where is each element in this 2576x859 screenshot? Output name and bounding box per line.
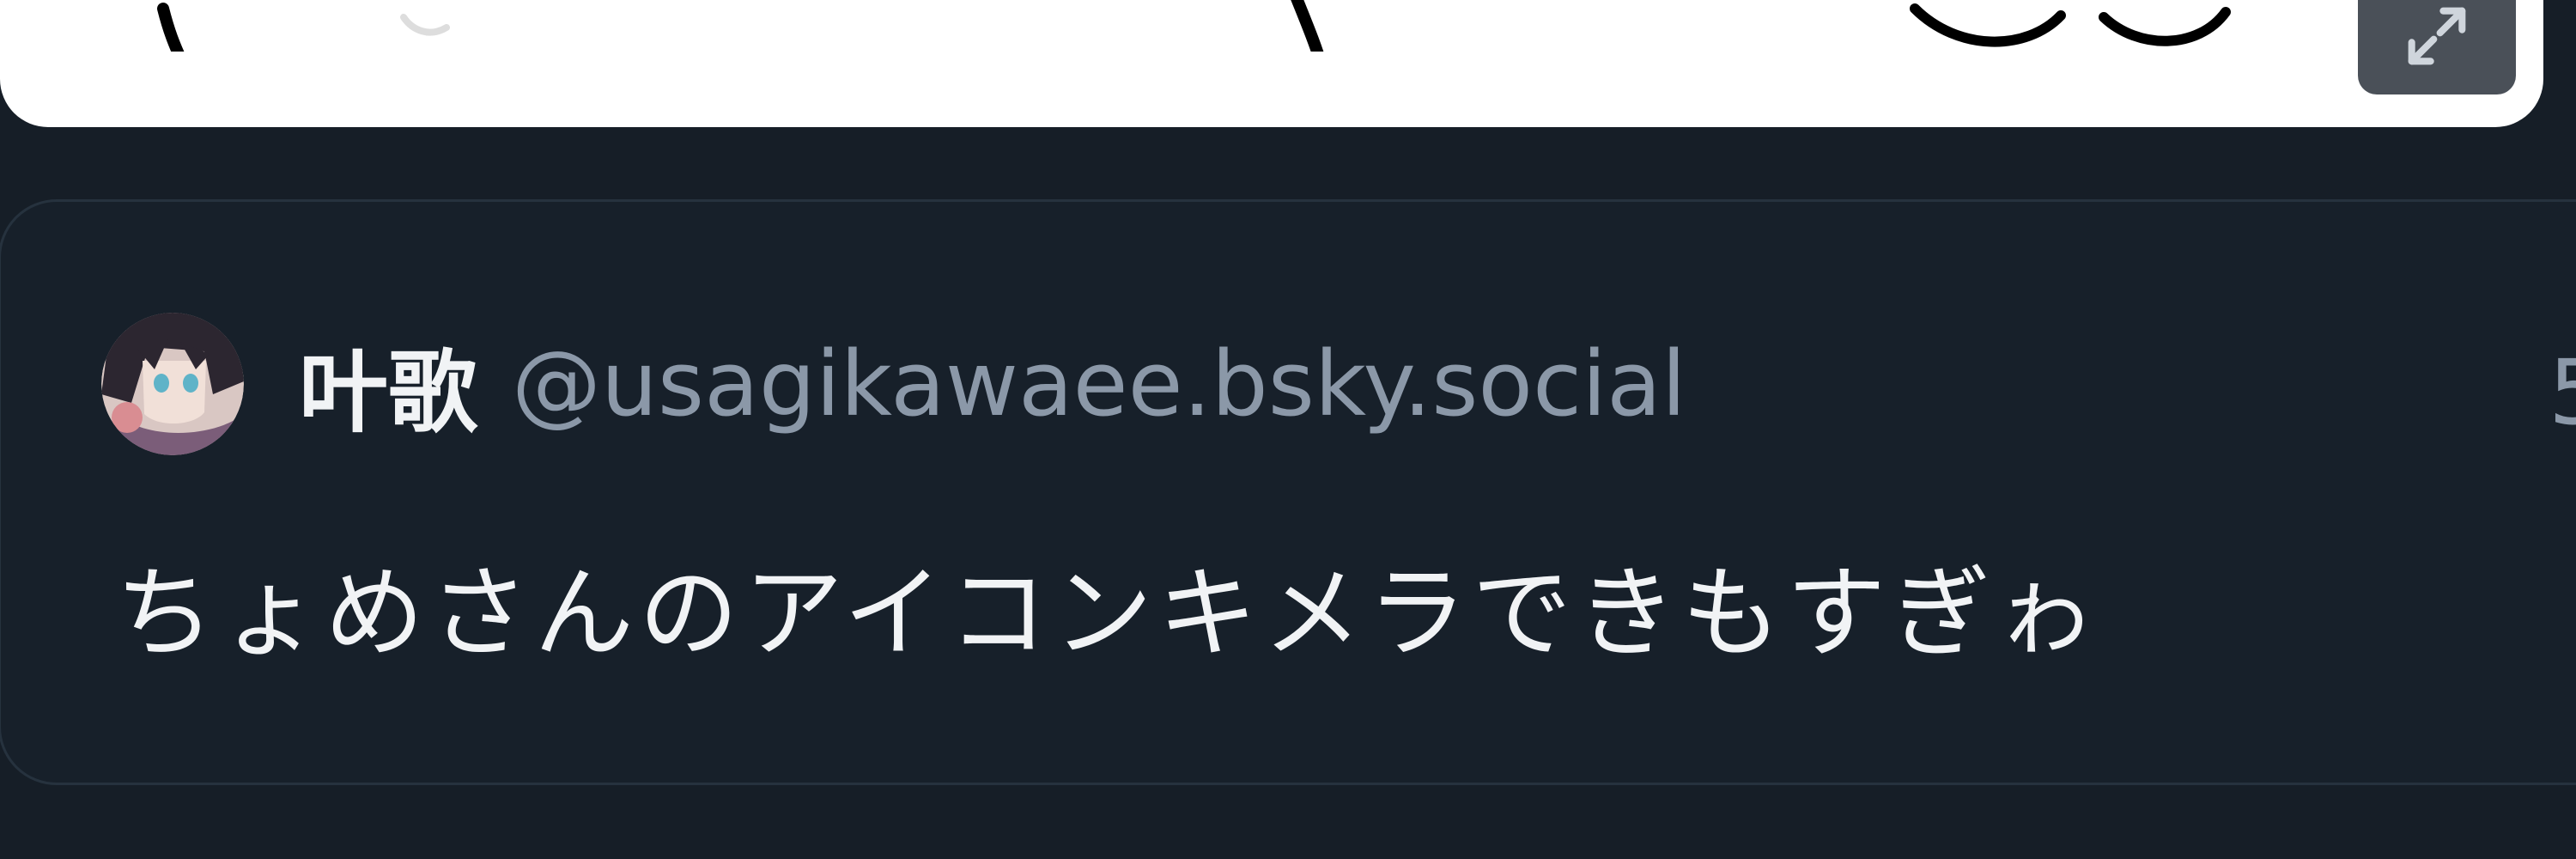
post-timestamp: 5 — [2549, 340, 2576, 445]
quoted-post-author[interactable]: 叶歌 @usagikawaee.bsky.social — [101, 313, 1686, 455]
avatar-image — [101, 313, 244, 455]
author-handle: @usagikawaee.bsky.social — [512, 332, 1686, 436]
handwriting-scribble — [157, 0, 2231, 52]
embedded-image[interactable] — [0, 0, 2543, 127]
post-text: ちょめさんのアイコンキメラできもすぎゎ — [115, 556, 2101, 672]
expand-button[interactable] — [2358, 0, 2516, 94]
expand-arrows-icon — [2408, 7, 2466, 65]
avatar[interactable] — [101, 313, 244, 455]
quoted-post-card[interactable] — [0, 199, 2576, 785]
display-name: 叶歌 — [299, 339, 478, 445]
